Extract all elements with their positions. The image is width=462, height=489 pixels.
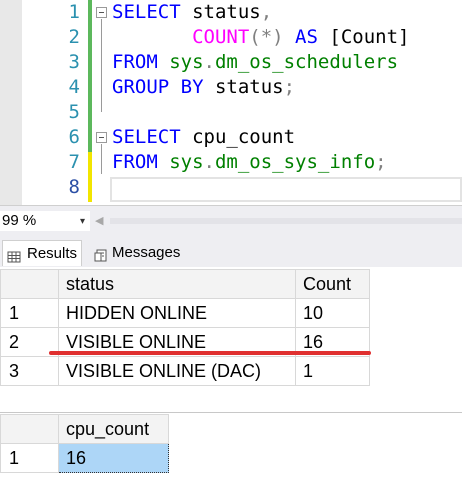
line-number: 2 [68, 26, 80, 48]
code-line[interactable]: 7 FROM sys.dm_os_sys_info; [0, 150, 462, 175]
tab-results-label: Results [27, 244, 78, 262]
code-token: [Count] [329, 26, 410, 48]
result-grid-1: status Count 1 HIDDEN ONLINE 10 2 VISIBL… [0, 269, 370, 386]
code-token: , [260, 1, 273, 23]
sql-editor[interactable]: 1 SELECT status, 2 COUNT(*) AS [Count] 3 FRO… [0, 0, 462, 205]
grid-separator [0, 412, 462, 413]
code-token: FROM [112, 151, 170, 173]
zoom-dropdown[interactable]: 99 % ▾ [0, 211, 90, 231]
line-number: 4 [68, 76, 80, 98]
code-token: GROUP BY [112, 76, 215, 98]
column-header-status[interactable]: status [58, 269, 296, 299]
code-line[interactable]: 2 COUNT(*) AS [Count] [0, 25, 462, 50]
line-number: 5 [68, 101, 80, 123]
code-token: ; [283, 76, 296, 98]
code-token: . [203, 51, 215, 73]
cell-count[interactable]: 1 [295, 356, 370, 386]
grid-corner-cell[interactable] [0, 414, 59, 444]
code-line[interactable]: 4 GROUP BY status; [0, 75, 462, 100]
code-token: SELECT [112, 126, 181, 148]
code-text: FROM sys.dm_os_sys_info; [112, 150, 387, 175]
table-row: 1 HIDDEN ONLINE 10 [0, 298, 370, 328]
chevron-down-icon: ▾ [79, 216, 85, 227]
code-token: . [203, 151, 215, 173]
row-number[interactable]: 1 [0, 443, 59, 473]
code-token: ; [375, 151, 387, 173]
cell-status[interactable]: HIDDEN ONLINE [58, 298, 296, 328]
scroll-left-icon[interactable]: ◀ [95, 214, 103, 227]
code-token: sys [169, 151, 204, 173]
cell-count[interactable]: 10 [295, 298, 370, 328]
code-token: sys [169, 51, 204, 73]
code-line[interactable]: 5 [0, 100, 462, 125]
results-pane: status Count 1 HIDDEN ONLINE 10 2 VISIBL… [0, 267, 462, 489]
code-token: dm_os_sys_info [214, 151, 376, 173]
messages-icon [94, 246, 108, 262]
line-number: 3 [68, 51, 80, 73]
line-number: 7 [68, 151, 80, 173]
zoom-level: 99 % [2, 212, 37, 229]
code-token: status [180, 1, 261, 23]
row-number[interactable]: 1 [0, 298, 59, 328]
highlight-underline [49, 351, 371, 355]
tab-messages[interactable]: Messages [90, 240, 184, 266]
line-number: 6 [68, 126, 80, 148]
cell-cpu-count[interactable]: 16 [58, 443, 169, 473]
tab-messages-label: Messages [112, 244, 181, 261]
code-text: SELECT status, [112, 0, 272, 25]
code-line[interactable]: 3 FROM sys.dm_os_schedulers [0, 50, 462, 75]
line-number: 8 [68, 176, 80, 198]
editor-status-strip: 99 % ▾ ◀ [0, 205, 462, 235]
code-line[interactable]: 8 [0, 175, 462, 200]
row-number[interactable]: 3 [0, 356, 59, 386]
result-grid-2: cpu_count 1 16 [0, 414, 169, 473]
tab-results[interactable]: Results [2, 240, 83, 266]
line-number: 1 [68, 1, 80, 23]
code-text: GROUP BY status; [112, 75, 295, 100]
code-line[interactable]: 1 SELECT status, [0, 0, 462, 25]
code-line[interactable]: 6 SELECT cpu_count [0, 125, 462, 150]
code-token: cpu_count [180, 126, 296, 148]
code-token: AS [283, 26, 330, 48]
cell-status[interactable]: VISIBLE ONLINE (DAC) [58, 356, 296, 386]
column-header-count[interactable]: Count [295, 269, 370, 299]
grid-corner-cell[interactable] [0, 269, 59, 299]
code-token: FROM [112, 51, 170, 73]
results-tabstrip: Results Messages [0, 235, 462, 267]
grid-header-row: cpu_count [0, 414, 169, 444]
table-row: 3 VISIBLE ONLINE (DAC) 1 [0, 356, 370, 386]
grid-icon [7, 247, 21, 262]
code-token: COUNT [192, 26, 250, 48]
code-text: COUNT(*) AS [Count] [112, 25, 409, 50]
code-text: FROM sys.dm_os_schedulers [112, 50, 398, 75]
code-token: (*) [249, 26, 284, 48]
code-token: dm_os_schedulers [214, 51, 399, 73]
code-text: SELECT cpu_count [112, 125, 295, 150]
column-header-cpu-count[interactable]: cpu_count [58, 414, 169, 444]
code-token: SELECT [112, 1, 181, 23]
horizontal-scrollbar[interactable] [110, 218, 462, 224]
code-token: status [214, 76, 284, 98]
grid-header-row: status Count [0, 269, 370, 299]
table-row: 1 16 [0, 443, 169, 473]
